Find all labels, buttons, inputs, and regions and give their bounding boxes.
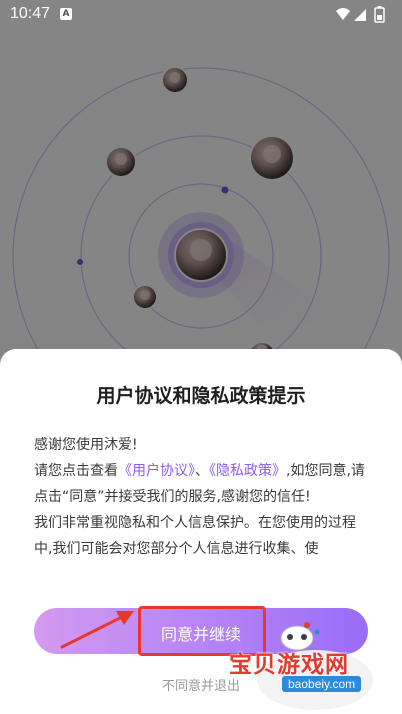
watermark-title: 宝贝游戏网 <box>229 652 349 678</box>
annotation-arrow-icon <box>60 611 134 649</box>
watermark-url: baobeiy.com <box>282 676 362 692</box>
app-screen: 10:47 A 用户协议和隐私政策提示 感谢您使用沐爱! 请您点击查看《用户协议… <box>0 0 402 714</box>
